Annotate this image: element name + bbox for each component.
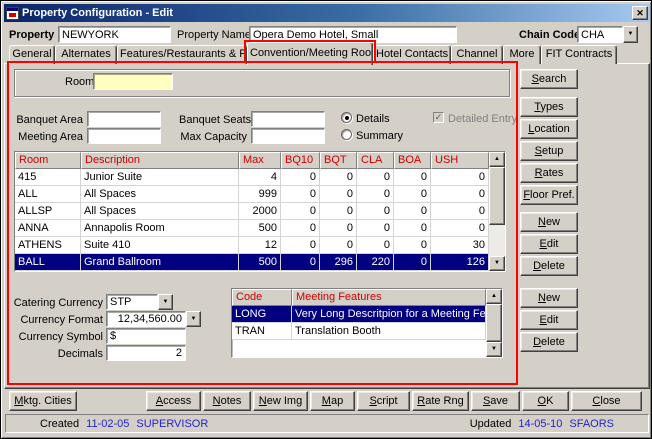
updated-by: SFAORS	[569, 418, 614, 430]
script-button[interactable]: Script	[357, 391, 410, 411]
tab-features-restaurants-pos[interactable]: Features/Restaurants & POS	[117, 45, 247, 64]
status-bar: Created 11-02-05 SUPERVISOR Updated 14-0…	[5, 414, 649, 433]
tab-hotel-contacts[interactable]: Hotel Contacts	[373, 45, 451, 64]
property-name-label: Property Name	[177, 29, 251, 42]
map-button[interactable]: Map	[310, 391, 355, 411]
updated-label: Updated	[470, 418, 512, 430]
chain-code-input[interactable]	[577, 26, 623, 43]
close-button[interactable]: Close	[571, 391, 642, 411]
tab-general[interactable]: General	[9, 45, 55, 64]
created-label: Created	[40, 418, 79, 430]
tab-content-panel	[4, 63, 650, 389]
notes-button[interactable]: Notes	[203, 391, 251, 411]
chevron-down-icon: ▼	[628, 31, 634, 37]
tab-convention-meeting-rooms[interactable]: Convention/Meeting Rooms	[247, 42, 373, 65]
created-info: Created 11-02-05 SUPERVISOR	[40, 418, 208, 430]
updated-info: Updated 14-05-10 SFAORS	[470, 418, 614, 430]
window-title: Property Configuration - Edit	[22, 7, 629, 19]
titlebar-close-button[interactable]: ✕	[632, 6, 648, 20]
mktg-cities-button[interactable]: Mktg. Cities	[9, 391, 77, 411]
created-by: SUPERVISOR	[136, 418, 208, 430]
app-icon	[6, 7, 19, 20]
close-icon: ✕	[636, 8, 644, 18]
property-name-input[interactable]	[249, 26, 457, 43]
ok-button[interactable]: OK	[522, 391, 569, 411]
new-img-button[interactable]: New Img	[253, 391, 308, 411]
tab-fit-contracts[interactable]: FIT Contracts	[541, 45, 617, 64]
chain-code-dropdown-button[interactable]: ▼	[623, 26, 638, 43]
updated-date: 14-05-10	[518, 418, 562, 430]
created-date: 11-02-05	[86, 418, 129, 430]
chain-code-label: Chain Code	[519, 29, 580, 42]
access-button[interactable]: Access	[146, 391, 201, 411]
tab-alternates[interactable]: Alternates	[55, 45, 117, 64]
title-bar: Property Configuration - Edit ✕	[4, 4, 650, 22]
tab-channel[interactable]: Channel	[451, 45, 503, 64]
property-configuration-window: Property Configuration - Edit ✕ Property…	[0, 0, 652, 439]
property-label: Property	[9, 29, 54, 42]
tab-more[interactable]: More	[503, 45, 541, 64]
save-button[interactable]: Save	[471, 391, 520, 411]
rate-rng-button[interactable]: Rate Rng	[412, 391, 469, 411]
property-input[interactable]	[58, 26, 171, 43]
